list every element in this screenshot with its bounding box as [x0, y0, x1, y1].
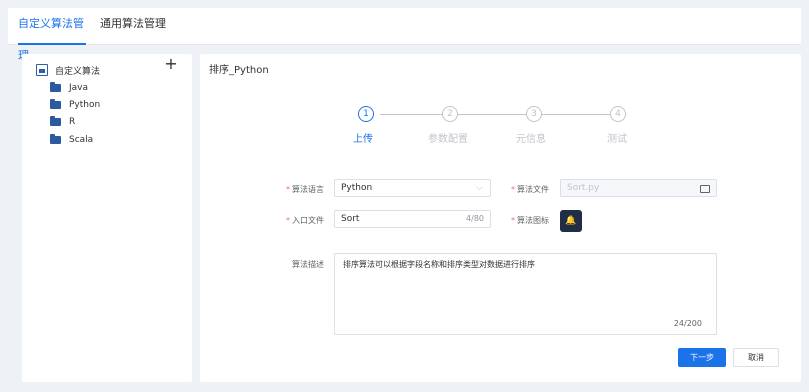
bell-icon: 🔔 [565, 215, 577, 226]
tree-item-scala[interactable]: Scala [50, 132, 93, 148]
description-counter: 24/200 [673, 319, 702, 328]
tree-item-label: R [69, 117, 76, 127]
step-3-circle: 3 [526, 106, 542, 122]
folder-icon[interactable] [700, 185, 710, 193]
cancel-button[interactable]: 取消 [733, 348, 779, 367]
chevron-down-icon: ⌵ [476, 183, 483, 193]
entry-file-input[interactable]: Sort 4/80 [334, 210, 491, 228]
step-3-label: 元信息 [516, 134, 546, 145]
step-2-label: 参数配置 [428, 134, 468, 145]
entry-counter: 4/80 [466, 214, 484, 223]
tree-root[interactable]: 自定义算法 [36, 62, 100, 78]
step-4-label: 测试 [607, 134, 627, 145]
description-label: 算法描述 [292, 260, 324, 269]
step-connector [380, 114, 442, 115]
tab-general-algorithm[interactable]: 通用算法管理 [100, 8, 166, 44]
step-connector [542, 114, 610, 115]
tree-item-python[interactable]: Python [50, 97, 100, 113]
file-label: * 算法文件 [511, 185, 549, 194]
description-textarea[interactable]: 排序算法可以根据字段名称和排序类型对数据进行排序 24/200 [334, 253, 717, 335]
language-label: * 算法语言 [286, 185, 324, 194]
entry-label: * 入口文件 [286, 216, 324, 225]
algorithm-icon-picker[interactable]: 🔔 [560, 210, 582, 232]
language-select[interactable]: Python ⌵ [334, 179, 491, 197]
tab-custom-algorithm[interactable]: 自定义算法管理 [18, 8, 86, 62]
folder-icon [50, 82, 61, 92]
folder-icon [50, 116, 61, 126]
next-step-button[interactable]: 下一步 [678, 348, 726, 367]
algorithm-root-icon [36, 64, 48, 76]
tree-item-label: Python [69, 100, 101, 110]
tree-item-label: Java [69, 83, 89, 93]
algorithm-detail-panel: 排序_Python 1 2 3 4 上传 参数配置 元信息 测试 * 算法语言 P… [200, 54, 801, 382]
tree-item-label: Scala [69, 135, 94, 145]
panel-title: 排序_Python [209, 65, 269, 76]
tree-root-label: 自定义算法 [55, 66, 101, 77]
icon-label: * 算法图标 [511, 216, 549, 225]
top-tab-bar: 自定义算法管理 通用算法管理 [8, 8, 801, 62]
step-4-circle: 4 [610, 106, 626, 122]
tree-item-r[interactable]: R [50, 114, 75, 130]
step-1-circle: 1 [358, 106, 374, 122]
tree-item-java[interactable]: Java [50, 80, 88, 96]
step-1-label: 上传 [353, 134, 373, 145]
step-connector [458, 114, 526, 115]
folder-icon [50, 134, 61, 144]
step-2-circle: 2 [442, 106, 458, 122]
file-field[interactable]: Sort.py [560, 179, 717, 197]
algorithm-tree-panel: 自定义算法 + Java Python R Scala [22, 54, 192, 382]
add-algorithm-button[interactable]: + [163, 56, 179, 73]
folder-icon [50, 99, 61, 109]
